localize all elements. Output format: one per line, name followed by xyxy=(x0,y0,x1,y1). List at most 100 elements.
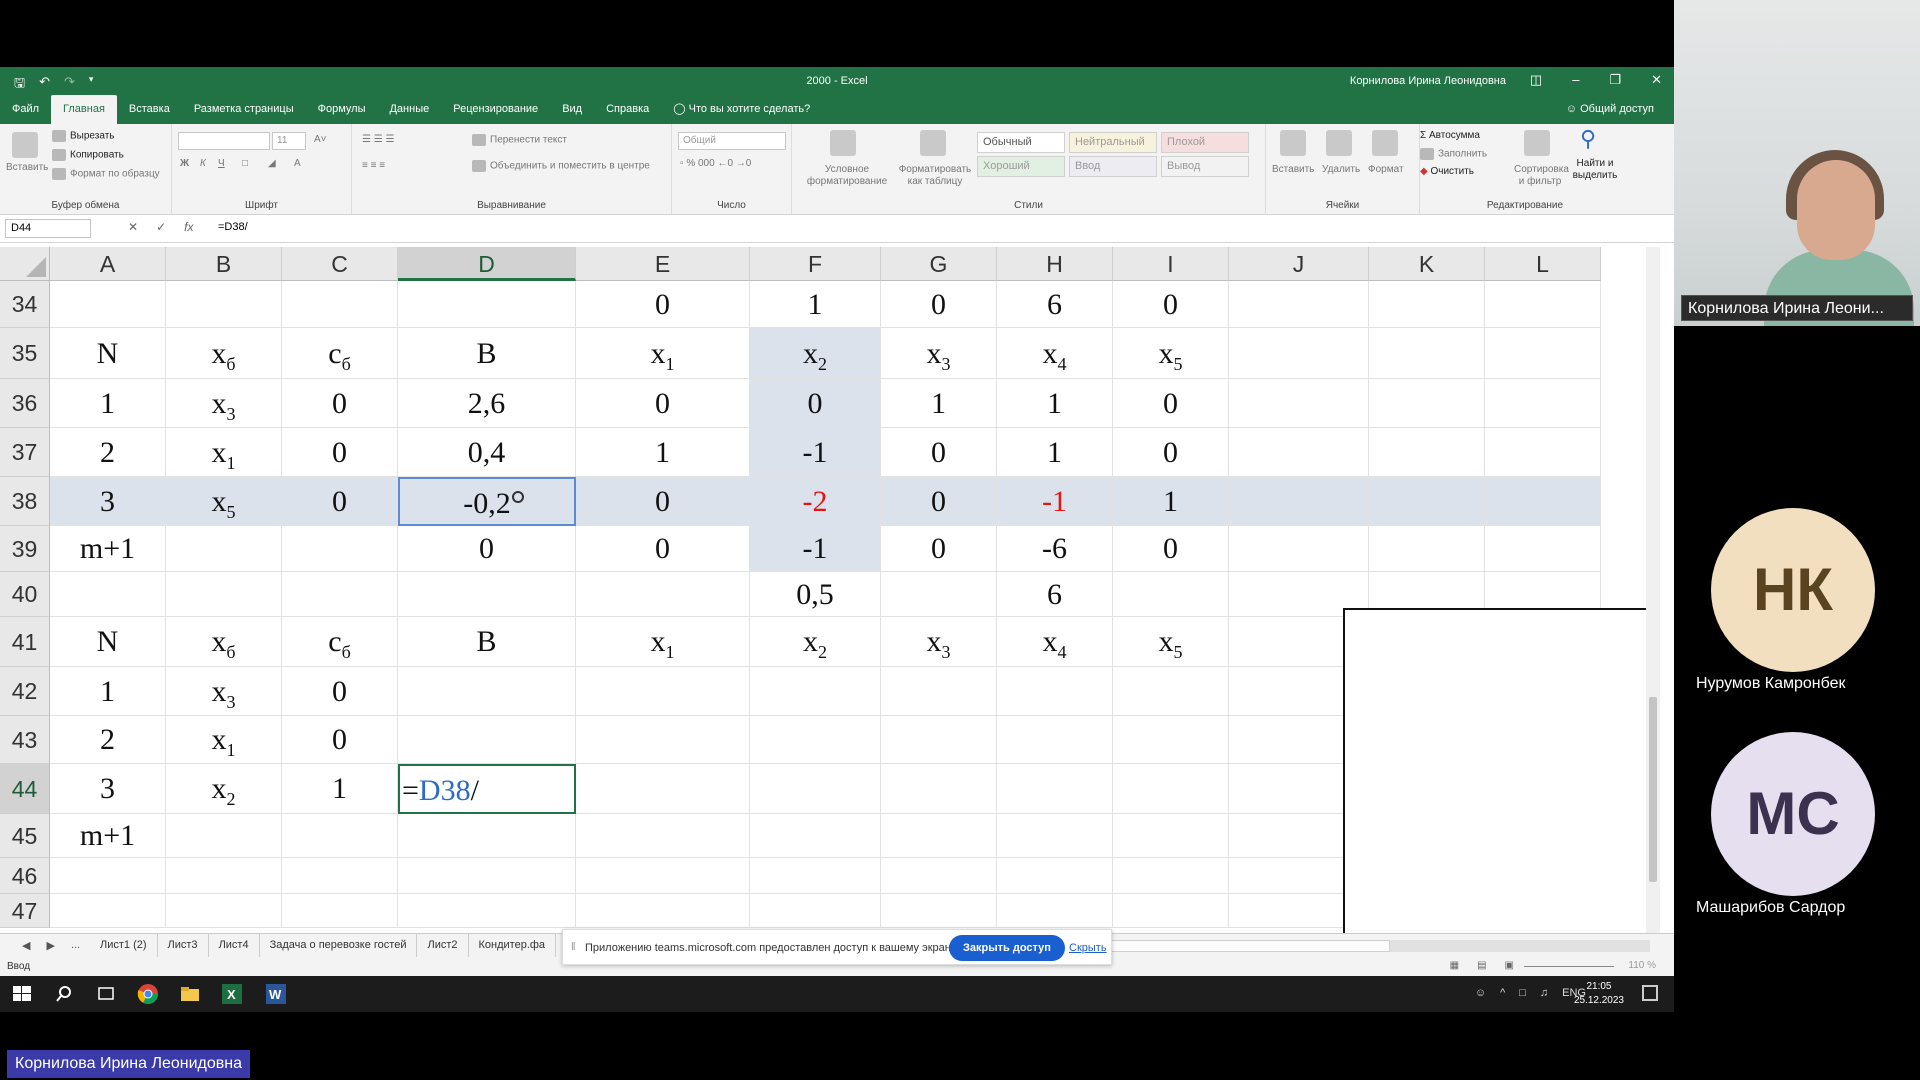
cell-e35[interactable]: x1 xyxy=(576,328,750,379)
autosum-button[interactable]: Σ Автосумма xyxy=(1420,130,1480,141)
cell-c36[interactable]: 0 xyxy=(282,379,398,428)
cell-a42[interactable]: 1 xyxy=(50,667,166,716)
cell-d34[interactable] xyxy=(398,281,576,328)
tab-data[interactable]: Данные xyxy=(377,95,441,124)
ribbon-display-icon[interactable]: ◫ xyxy=(1530,72,1542,88)
cell-i41[interactable]: x5 xyxy=(1113,617,1229,667)
cell-h40[interactable]: 6 xyxy=(997,572,1113,617)
cell-g38[interactable]: 0 xyxy=(881,477,997,526)
cell-e39[interactable]: 0 xyxy=(576,526,750,572)
cell-d43[interactable] xyxy=(398,716,576,764)
cell-f43[interactable] xyxy=(750,716,881,764)
column-header-j[interactable]: J xyxy=(1229,247,1369,281)
cell-f41[interactable]: x2 xyxy=(750,617,881,667)
cell-k39[interactable] xyxy=(1369,526,1485,572)
notifications-icon[interactable] xyxy=(1642,985,1658,1001)
cell-a37[interactable]: 2 xyxy=(50,428,166,477)
cell-g40[interactable] xyxy=(881,572,997,617)
cell-b36[interactable]: x3 xyxy=(166,379,282,428)
delete-cells-button[interactable]: Удалить xyxy=(1322,164,1360,175)
row-header-45[interactable]: 45 xyxy=(0,814,50,858)
cell-h46[interactable] xyxy=(997,858,1113,894)
cell-b39[interactable] xyxy=(166,526,282,572)
cell-e38[interactable]: 0 xyxy=(576,477,750,526)
cell-j35[interactable] xyxy=(1229,328,1369,379)
cell-d41[interactable]: B xyxy=(398,617,576,667)
cell-a40[interactable] xyxy=(50,572,166,617)
clock[interactable]: 21:05 25.12.2023 xyxy=(1574,980,1624,1008)
cell-f36[interactable]: 0 xyxy=(750,379,881,428)
excel-icon[interactable]: X xyxy=(220,982,244,1006)
sheet-tab[interactable]: Лист4 xyxy=(209,934,260,957)
italic-button[interactable]: К xyxy=(200,158,206,169)
cell-a43[interactable]: 2 xyxy=(50,716,166,764)
cell-h35[interactable]: x4 xyxy=(997,328,1113,379)
cell-i36[interactable]: 0 xyxy=(1113,379,1229,428)
cell-h36[interactable]: 1 xyxy=(997,379,1113,428)
cell-f39[interactable]: -1 xyxy=(750,526,881,572)
close-icon[interactable]: ✕ xyxy=(1651,72,1662,88)
cell-e41[interactable]: x1 xyxy=(576,617,750,667)
cell-d37[interactable]: 0,4 xyxy=(398,428,576,477)
cell-i40[interactable] xyxy=(1113,572,1229,617)
paste-button[interactable]: Вставить xyxy=(6,162,48,173)
task-view-icon[interactable] xyxy=(94,982,118,1006)
insert-cells-icon[interactable] xyxy=(1280,130,1306,156)
prev-sheet-icon[interactable]: ◀ xyxy=(22,939,30,952)
word-icon[interactable]: W xyxy=(264,982,288,1006)
column-header-c[interactable]: C xyxy=(282,247,398,281)
cell-f35[interactable]: x2 xyxy=(750,328,881,379)
cell-h38[interactable]: -1 xyxy=(997,477,1113,526)
format-cells-button[interactable]: Формат xyxy=(1368,164,1404,175)
cell-a38[interactable]: 3 xyxy=(50,477,166,526)
cell-b44[interactable]: x2 xyxy=(166,764,282,814)
conditional-format-button[interactable]: Условное форматирование xyxy=(802,164,892,188)
cell-j38[interactable] xyxy=(1229,477,1369,526)
cell-l36[interactable] xyxy=(1485,379,1601,428)
cell-c38[interactable]: 0 xyxy=(282,477,398,526)
fx-icon[interactable]: fx xyxy=(184,220,193,234)
normal-view-icon[interactable]: ▦ xyxy=(1450,960,1459,971)
align-top-icon[interactable]: ☰ ☰ ☰ xyxy=(362,134,394,145)
cell-c34[interactable] xyxy=(282,281,398,328)
tab-page-layout[interactable]: Разметка страницы xyxy=(182,95,306,124)
insert-cells-button[interactable]: Вставить xyxy=(1272,164,1314,175)
cell-b40[interactable] xyxy=(166,572,282,617)
currency-icon[interactable]: ▫ % 000 ←0 →0 xyxy=(680,158,751,169)
paste-icon[interactable] xyxy=(12,132,38,158)
cell-e46[interactable] xyxy=(576,858,750,894)
cell-g35[interactable]: x3 xyxy=(881,328,997,379)
borders-icon[interactable]: □ xyxy=(242,158,248,169)
cell-d38[interactable]: -0,2 xyxy=(398,477,576,526)
number-format-select[interactable]: Общий xyxy=(678,132,786,150)
cell-a47[interactable] xyxy=(50,894,166,928)
minimize-icon[interactable]: – xyxy=(1572,72,1579,88)
font-size-input[interactable]: 11 xyxy=(272,132,306,150)
scroll-thumb[interactable] xyxy=(1649,697,1657,882)
cell-l34[interactable] xyxy=(1485,281,1601,328)
zoom-slider[interactable] xyxy=(1524,966,1614,967)
tab-home[interactable]: Главная xyxy=(51,95,117,124)
cell-k35[interactable] xyxy=(1369,328,1485,379)
cell-e43[interactable] xyxy=(576,716,750,764)
column-header-b[interactable]: B xyxy=(166,247,282,281)
cell-h45[interactable] xyxy=(997,814,1113,858)
cell-g46[interactable] xyxy=(881,858,997,894)
cell-e42[interactable] xyxy=(576,667,750,716)
cell-g36[interactable]: 1 xyxy=(881,379,997,428)
font-name-input[interactable] xyxy=(178,132,270,150)
cell-g39[interactable]: 0 xyxy=(881,526,997,572)
cell-e34[interactable]: 0 xyxy=(576,281,750,328)
person-icon[interactable]: ☺ xyxy=(1475,987,1486,999)
style-output[interactable]: Вывод xyxy=(1161,156,1249,177)
tab-view[interactable]: Вид xyxy=(550,95,594,124)
cell-d45[interactable] xyxy=(398,814,576,858)
column-header-h[interactable]: H xyxy=(997,247,1113,281)
cell-d35[interactable]: B xyxy=(398,328,576,379)
tab-help[interactable]: Справка xyxy=(594,95,661,124)
tab-file[interactable]: Файл xyxy=(0,95,51,124)
formula-input[interactable]: =D38/ xyxy=(218,221,248,233)
copy-button[interactable]: Копировать xyxy=(52,149,124,161)
account-name[interactable]: Корнилова Ирина Леонидовна xyxy=(1350,75,1506,87)
page-layout-view-icon[interactable]: ▤ xyxy=(1477,960,1486,971)
